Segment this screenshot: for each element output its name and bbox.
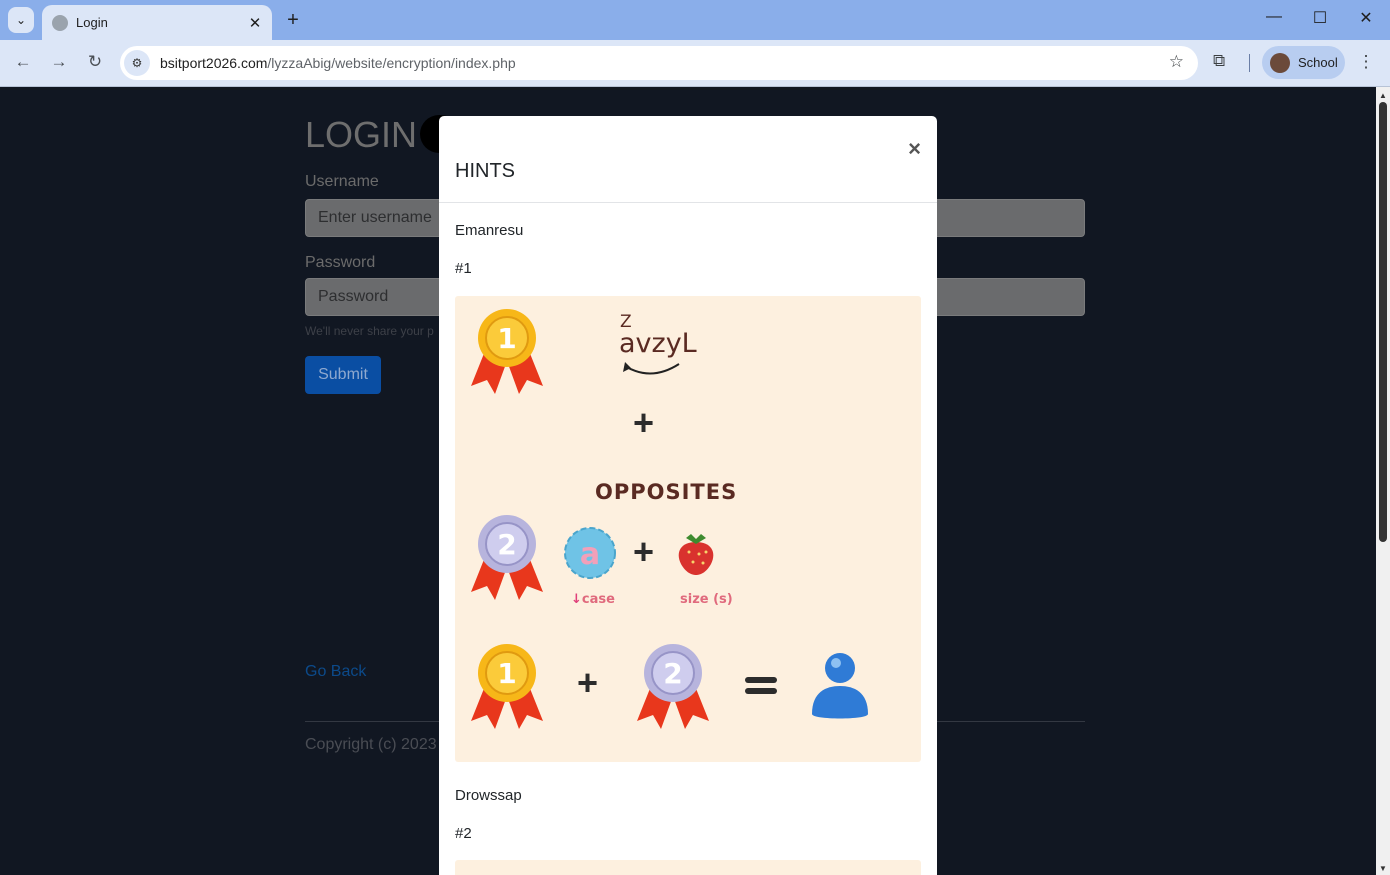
modal-close-button[interactable]: ×	[908, 136, 921, 162]
url-text: bsitport2026.com/lyzzaAbig/website/encry…	[160, 55, 516, 71]
globe-icon	[52, 14, 68, 31]
scroll-up-icon[interactable]: ▲	[1379, 91, 1387, 100]
plus-icon: +	[633, 531, 655, 572]
equals-icon	[745, 677, 777, 694]
tab-search-button[interactable]: ⌄	[8, 7, 34, 33]
username-label: Username	[305, 173, 379, 190]
reload-button[interactable]: ↻	[83, 52, 107, 72]
profile-label: School	[1298, 55, 1338, 70]
tab-close-icon[interactable]: ✕	[244, 14, 266, 32]
scroll-down-icon[interactable]: ▼	[1379, 864, 1387, 873]
password-help-text: We'll never share your p	[305, 324, 434, 338]
profile-button[interactable]: School	[1262, 46, 1345, 79]
extensions-icon[interactable]: ⧉	[1213, 51, 1225, 71]
hint2-image	[455, 860, 921, 875]
site-settings-icon[interactable]: ⚙	[124, 50, 150, 76]
new-tab-button[interactable]: +	[282, 9, 304, 32]
size-label: size (s)	[680, 592, 733, 607]
scrambled-word: avzyL	[619, 328, 697, 359]
chevron-down-icon: ⌄	[15, 13, 27, 27]
go-back-link[interactable]: Go Back	[305, 663, 366, 681]
hint1-image: 1 Z avzyL + OPPOSITES 2 a + ↓case size (…	[455, 296, 921, 762]
bookmark-star-icon[interactable]: ☆	[1169, 52, 1184, 72]
password-label: Password	[305, 254, 376, 271]
gold-medal-icon: 1	[471, 309, 543, 394]
tab-title: Login	[76, 15, 108, 30]
strawberry-icon	[678, 534, 714, 575]
letter-a-bubble-icon: a	[564, 527, 616, 579]
svg-text:2: 2	[663, 657, 682, 690]
forward-button[interactable]: →	[47, 52, 71, 72]
hint1-name: Emanresu	[455, 222, 524, 239]
page-scrollbar[interactable]: ▲ ▼	[1376, 87, 1390, 875]
hint2-number: #2	[455, 825, 472, 842]
opposites-label: OPPOSITES	[595, 480, 738, 504]
browser-toolbar: ← → ↻ ⚙ bsitport2026.com/lyzzaAbig/websi…	[0, 40, 1390, 87]
back-button[interactable]: ←	[11, 52, 35, 72]
scrollbar-thumb[interactable]	[1379, 102, 1387, 542]
swap-arrow-icon	[623, 362, 680, 375]
page-content: LOGIN Username Enter username Password P…	[0, 87, 1376, 875]
submit-button[interactable]: Submit	[305, 356, 381, 394]
window-close-button[interactable]: ✕	[1351, 8, 1381, 28]
user-icon	[812, 653, 868, 719]
svg-text:1: 1	[497, 657, 516, 690]
minimize-button[interactable]: —	[1259, 8, 1289, 26]
silver-medal-icon: 2	[471, 515, 543, 600]
page-title: LOGIN	[305, 114, 418, 155]
hint1-number: #1	[455, 260, 472, 277]
browser-titlebar: ⌄ Login ✕ + — ☐ ✕	[0, 0, 1390, 40]
modal-header: HINTS ×	[439, 116, 937, 203]
address-bar[interactable]: ⚙ bsitport2026.com/lyzzaAbig/website/enc…	[120, 46, 1198, 80]
plus-icon: +	[577, 662, 599, 703]
avatar	[1270, 52, 1290, 73]
copyright-text: Copyright (c) 2023	[305, 736, 437, 753]
case-label: ↓case	[571, 592, 615, 607]
browser-tab[interactable]: Login ✕	[42, 5, 272, 40]
hints-modal: HINTS × Emanresu #1 1 Z avzyL + OPPOSITE…	[439, 116, 937, 875]
modal-title: HINTS	[455, 160, 515, 182]
plus-icon: +	[633, 402, 655, 443]
svg-text:2: 2	[497, 528, 516, 561]
down-arrow-icon: ↓	[571, 592, 582, 607]
silver-medal-icon: 2	[637, 644, 709, 729]
svg-text:1: 1	[497, 322, 516, 355]
toolbar-divider	[1249, 54, 1250, 72]
hint2-name: Drowssap	[455, 787, 522, 804]
maximize-button[interactable]: ☐	[1305, 8, 1335, 28]
browser-menu-icon[interactable]: ⋮	[1356, 52, 1376, 72]
svg-text:a: a	[580, 537, 600, 572]
gold-medal-icon: 1	[471, 644, 543, 729]
